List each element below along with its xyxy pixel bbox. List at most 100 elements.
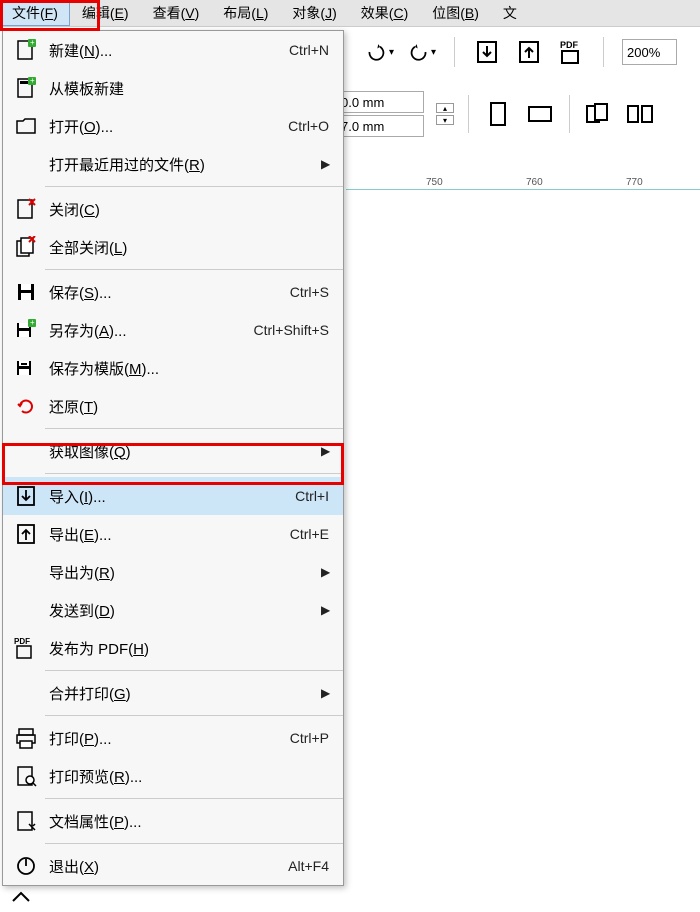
menu-shortcut: Ctrl+O — [288, 118, 333, 134]
menu-item[interactable]: +从模板新建 — [3, 69, 343, 107]
menu-item[interactable]: 退出(X)Alt+F4 — [3, 847, 343, 885]
menu-item-label: 保存为模版(M)... — [43, 358, 333, 379]
landscape-button[interactable] — [525, 99, 555, 129]
menu-item[interactable]: +另存为(A)...Ctrl+Shift+S — [3, 311, 343, 349]
menu-separator — [45, 670, 343, 671]
menu-item-label: 导出为(R) — [43, 562, 321, 583]
menu-item[interactable]: 打印预览(R)... — [3, 757, 343, 795]
menu-separator — [45, 473, 343, 474]
height-input[interactable] — [336, 115, 424, 137]
spinner-down[interactable]: ▾ — [436, 115, 454, 125]
menu-shortcut: Alt+F4 — [288, 858, 333, 874]
submenu-arrow-icon: ▶ — [321, 603, 333, 617]
menu-file[interactable]: 文件(F) — [0, 0, 70, 26]
menu-item-label: 获取图像(Q) — [43, 441, 321, 462]
submenu-arrow-icon: ▶ — [321, 565, 333, 579]
menu-text[interactable]: 文 — [491, 0, 529, 26]
blank-icon — [9, 558, 43, 586]
pages-button[interactable] — [584, 99, 614, 129]
menu-item-label: 新建(N)... — [43, 40, 289, 61]
menu-item[interactable]: +新建(N)...Ctrl+N — [3, 31, 343, 69]
file-dropdown: +新建(N)...Ctrl+N+从模板新建打开(O)...Ctrl+O打开最近用… — [2, 30, 344, 886]
menu-item[interactable]: 保存(S)...Ctrl+S — [3, 273, 343, 311]
submenu-arrow-icon: ▶ — [321, 444, 333, 458]
import-button[interactable] — [473, 38, 501, 66]
menu-separator — [45, 428, 343, 429]
pdf-button[interactable]: PDF — [557, 38, 585, 66]
menu-separator — [45, 798, 343, 799]
menu-item-label: 合并打印(G) — [43, 683, 321, 704]
save-as-icon: + — [9, 316, 43, 344]
menu-layout[interactable]: 布局(L) — [211, 0, 280, 26]
menu-object[interactable]: 对象(J) — [280, 0, 348, 26]
menu-separator — [45, 269, 343, 270]
menu-item-label: 打印(P)... — [43, 728, 290, 749]
menu-item[interactable]: 还原(T) — [3, 387, 343, 425]
svg-text:PDF: PDF — [14, 637, 30, 646]
ruler-tick: 770 — [626, 177, 643, 188]
menubar: 文件(F) 编辑(E) 查看(V) 布局(L) 对象(J) 效果(C) 位图(B… — [0, 0, 700, 27]
menu-effect[interactable]: 效果(C) — [349, 0, 420, 26]
menu-item[interactable]: 发送到(D)▶ — [3, 591, 343, 629]
save-icon — [9, 278, 43, 306]
toolbar-separator — [454, 37, 455, 67]
menu-item-label: 发布为 PDF(H) — [43, 638, 333, 659]
menu-item[interactable]: 打开最近用过的文件(R)▶ — [3, 145, 343, 183]
export-button[interactable] — [515, 38, 543, 66]
menu-shortcut: Ctrl+P — [290, 730, 333, 746]
properties-separator — [569, 95, 570, 133]
menu-item-label: 另存为(A)... — [43, 320, 254, 341]
menu-separator — [45, 186, 343, 187]
zoom-input[interactable] — [622, 39, 677, 65]
submenu-arrow-icon: ▶ — [321, 686, 333, 700]
new-template-icon: + — [9, 74, 43, 102]
menu-edit[interactable]: 编辑(E) — [70, 0, 141, 26]
undo-button[interactable]: ▾ — [366, 38, 394, 66]
menu-item-label: 还原(T) — [43, 396, 333, 417]
blank-icon — [9, 679, 43, 707]
menu-item[interactable]: 合并打印(G)▶ — [3, 674, 343, 712]
menu-shortcut: Ctrl+S — [290, 284, 333, 300]
menu-shortcut: Ctrl+N — [289, 42, 333, 58]
spinner-up[interactable]: ▴ — [436, 103, 454, 113]
menu-item[interactable]: 保存为模版(M)... — [3, 349, 343, 387]
close-all-icon — [9, 233, 43, 261]
menu-item-label: 保存(S)... — [43, 282, 290, 303]
menu-item-label: 导出(E)... — [43, 524, 290, 545]
menu-item[interactable]: 获取图像(Q)▶ — [3, 432, 343, 470]
tool-icon[interactable] — [6, 882, 36, 912]
width-input[interactable] — [336, 91, 424, 113]
portrait-button[interactable] — [483, 99, 513, 129]
menu-item-label: 打开(O)... — [43, 116, 288, 137]
menu-item[interactable]: 打印(P)...Ctrl+P — [3, 719, 343, 757]
facing-pages-button[interactable] — [626, 99, 656, 129]
menu-item-label: 导入(I)... — [43, 486, 295, 507]
menu-item[interactable]: 导入(I)...Ctrl+I — [3, 477, 343, 515]
ruler-tick: 760 — [526, 177, 543, 188]
new-doc-icon: + — [9, 36, 43, 64]
open-folder-icon — [9, 112, 43, 140]
menu-separator — [45, 715, 343, 716]
menu-item-label: 全部关闭(L) — [43, 237, 333, 258]
export-icon — [9, 520, 43, 548]
exit-icon — [9, 852, 43, 880]
close-icon — [9, 195, 43, 223]
menu-bitmap[interactable]: 位图(B) — [420, 0, 491, 26]
menu-item[interactable]: 导出(E)...Ctrl+E — [3, 515, 343, 553]
menu-item[interactable]: 打开(O)...Ctrl+O — [3, 107, 343, 145]
menu-view[interactable]: 查看(V) — [141, 0, 212, 26]
toolbar: ▾ ▾ PDF — [346, 32, 677, 72]
menu-shortcut: Ctrl+Shift+S — [254, 322, 333, 338]
menu-item-label: 打印预览(R)... — [43, 766, 333, 787]
ruler-tick: 750 — [426, 177, 443, 188]
blank-icon — [9, 437, 43, 465]
ruler: 750 760 770 — [346, 175, 700, 205]
import-icon — [9, 482, 43, 510]
print-preview-icon — [9, 762, 43, 790]
redo-button[interactable]: ▾ — [408, 38, 436, 66]
menu-item[interactable]: 关闭(C) — [3, 190, 343, 228]
menu-item[interactable]: 文档属性(P)... — [3, 802, 343, 840]
menu-item[interactable]: 导出为(R)▶ — [3, 553, 343, 591]
menu-item[interactable]: PDF 发布为 PDF(H) — [3, 629, 343, 667]
menu-item[interactable]: 全部关闭(L) — [3, 228, 343, 266]
